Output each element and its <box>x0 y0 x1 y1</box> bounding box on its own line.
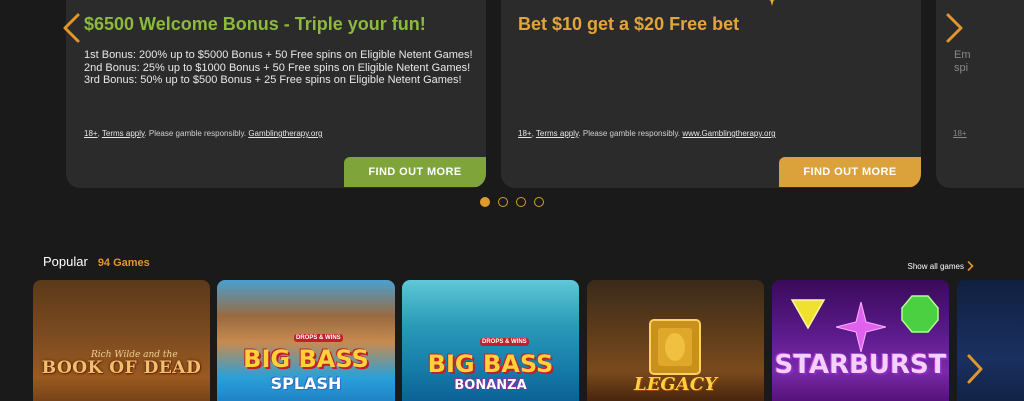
promo-terms: 18+, Terms apply. Please gamble responsi… <box>518 129 776 138</box>
popular-section-header: Popular 94 Games <box>43 254 150 269</box>
promo-card-free-bet: Bet $10 get a $20 Free bet 18+, Terms ap… <box>501 0 921 188</box>
yellow-gem-icon <box>790 299 826 330</box>
drops-wins-badge: DROPS & WINS <box>294 334 343 342</box>
game-tile-big-bass-bonanza[interactable]: DROPS & WINS BIG BASS BONANZA <box>402 280 579 401</box>
terms-note: . Please gamble responsibly. <box>578 129 683 138</box>
find-out-more-button[interactable]: FIND OUT MORE <box>779 157 921 187</box>
chevron-right-icon <box>967 261 974 271</box>
promo-line: 2nd Bonus: 25% up to $1000 Bonus + 50 Fr… <box>84 61 471 74</box>
promo-title: Bet $10 get a $20 Free bet <box>518 14 740 34</box>
show-all-label: Show all games <box>907 261 964 271</box>
age-restriction-link[interactable]: 18+ <box>84 129 98 138</box>
promo-carousel: $6500 Welcome Bonus - Triple your fun! 1… <box>0 0 1024 215</box>
game-title: LEGACY <box>634 374 717 395</box>
terms-link[interactable]: Terms apply <box>102 129 145 138</box>
game-subtitle: SPLASH <box>270 374 342 393</box>
game-title: BOOK OF DEAD <box>41 358 202 378</box>
carousel-next-arrow-icon[interactable] <box>944 12 966 44</box>
game-title: BIG BASS <box>427 350 554 378</box>
carousel-dot-4[interactable] <box>534 197 544 207</box>
promo-card-welcome-bonus: $6500 Welcome Bonus - Triple your fun! 1… <box>66 0 486 188</box>
promo-terms: 18+, Terms apply. Please gamble responsi… <box>84 129 323 138</box>
games-count: 94 Games <box>97 257 150 269</box>
terms-note: . Please gamble responsibly. <box>144 129 249 138</box>
star-icon <box>768 0 776 6</box>
show-all-games-link[interactable]: Show all games <box>908 261 974 271</box>
drops-wins-badge: DROPS & WINS <box>480 338 529 346</box>
carousel-dot-1[interactable] <box>480 197 490 207</box>
promo-line: 3rd Bonus: 50% up to $500 Bonus + 25 Fre… <box>84 74 462 86</box>
game-tile-starburst[interactable]: STARBURST <box>772 280 949 401</box>
golden-sarcophagus-icon <box>649 319 701 375</box>
carousel-dot-2[interactable] <box>498 197 508 207</box>
section-title: Popular <box>43 254 88 269</box>
carousel-prev-arrow-icon[interactable] <box>60 12 82 44</box>
popular-games-row: Rich Wilde and the BOOK OF DEAD DROPS & … <box>0 280 1024 401</box>
age-restriction-link[interactable]: 18+ <box>518 129 532 138</box>
gambling-therapy-link[interactable]: Gamblingtherapy.org <box>248 129 322 138</box>
games-next-arrow-icon[interactable] <box>966 353 984 385</box>
game-subtitle: BONANZA <box>454 378 527 393</box>
terms-link[interactable]: Terms apply <box>536 129 579 138</box>
game-title: STARBURST <box>774 350 947 380</box>
carousel-pagination <box>480 197 544 207</box>
promo-line: 1st Bonus: 200% up to $5000 Bonus + 50 F… <box>84 49 473 61</box>
promo-peek-text: Em spi <box>954 49 971 74</box>
game-title: BIG BASS <box>243 345 369 373</box>
game-tile-big-bass-splash[interactable]: DROPS & WINS BIG BASS SPLASH <box>217 280 395 401</box>
gambling-therapy-link[interactable]: www.Gamblingtherapy.org <box>682 129 775 138</box>
game-tile-book-of-dead[interactable]: Rich Wilde and the BOOK OF DEAD <box>33 280 210 401</box>
game-tile-legacy-of-dead[interactable]: LEGACY <box>587 280 764 401</box>
carousel-dot-3[interactable] <box>516 197 526 207</box>
find-out-more-button[interactable]: FIND OUT MORE <box>344 157 486 187</box>
promo-description: 1st Bonus: 200% up to $5000 Bonus + 50 F… <box>84 49 484 87</box>
green-gem-icon <box>901 295 939 333</box>
star-gem-icon <box>836 302 886 352</box>
promo-title: $6500 Welcome Bonus - Triple your fun! <box>84 14 426 34</box>
promo-peek-terms: 18+ <box>953 129 967 138</box>
